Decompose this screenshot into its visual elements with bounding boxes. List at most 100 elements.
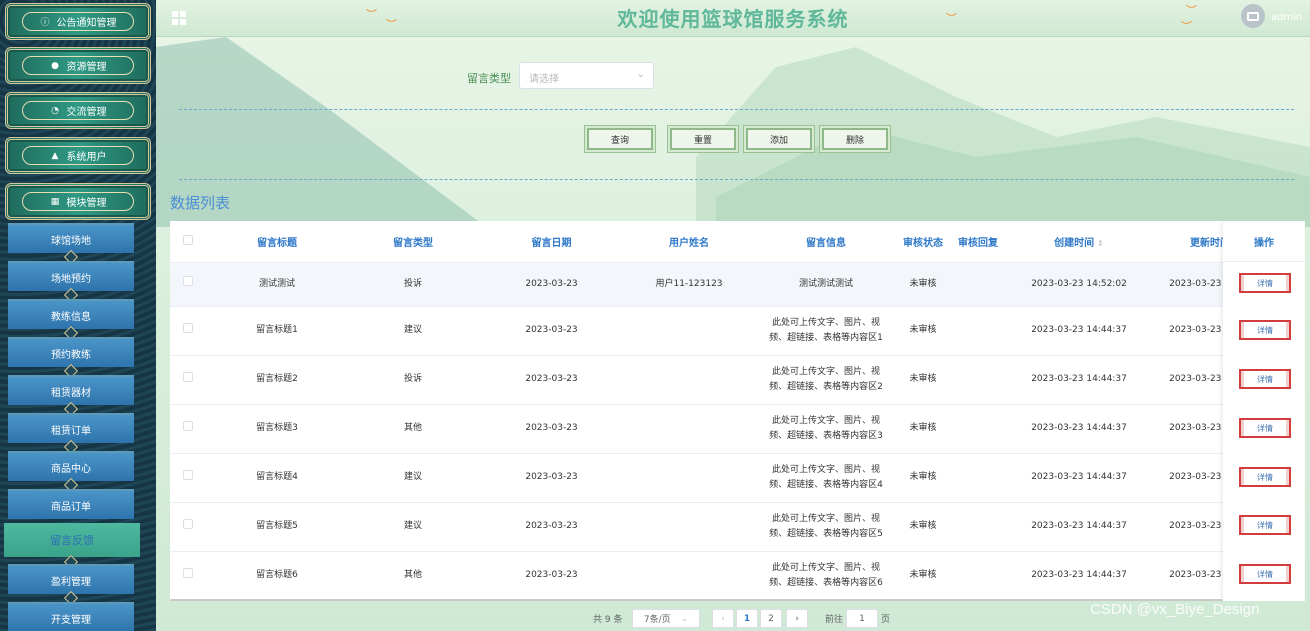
cell-title: 留言标题6 (206, 551, 348, 601)
page-button-1[interactable]: 1 (736, 609, 758, 628)
row-checkbox[interactable] (183, 420, 193, 431)
goto-page-input[interactable]: 1 (846, 609, 878, 628)
detail-button[interactable]: 详情 (1239, 418, 1291, 438)
cell-info-line: 此处可上传文字、图片、视 (771, 513, 880, 524)
cell-info: 此处可上传文字、图片、视 频、超链接、表格等内容区5 (753, 502, 899, 552)
sidebar-item-coaches[interactable]: 教练信息 (8, 299, 134, 329)
col-created[interactable]: 创建时间 ⇕ (1009, 221, 1149, 263)
detail-button[interactable]: 详情 (1239, 564, 1291, 584)
cell-status: 未审核 (899, 551, 947, 601)
sidebar-item-rental-orders[interactable]: 租赁订单 (8, 413, 134, 443)
query-button[interactable]: 查询 (587, 128, 653, 150)
sort-icon[interactable]: ⇕ (1097, 239, 1104, 248)
cell-type: 其他 (348, 404, 478, 454)
sidebar-item-product-orders[interactable]: 商品订单 (8, 489, 134, 519)
cell-created: 2023-03-23 14:44:37 (1009, 551, 1149, 601)
pagination-total: 共 9 条 (593, 614, 623, 625)
col-created-label: 创建时间 (1054, 237, 1095, 249)
reset-button[interactable]: 重置 (670, 128, 736, 150)
prev-page-button[interactable]: ‹ (712, 609, 734, 628)
cell-created: 2023-03-23 14:44:37 (1009, 502, 1149, 552)
cell-type: 其他 (348, 551, 478, 601)
page-size-select[interactable]: 7条/页 ⌄ (632, 609, 700, 628)
cell-user (625, 404, 753, 454)
menu-frame (22, 146, 134, 165)
page-button-2[interactable]: 2 (760, 609, 782, 628)
sidebar-item-coach-booking[interactable]: 预约教练 (8, 337, 134, 367)
cell-date: 2023-03-23 (478, 355, 625, 405)
horizontal-scrollbar[interactable] (170, 599, 1223, 601)
sidebar-item-products[interactable]: 商品中心 (8, 451, 134, 481)
sidebar-item-court-booking[interactable]: 场地预约 (8, 261, 134, 291)
sidebar: ⓘ 公告通知管理 ● 资源管理 ◔ 交流管理 ▲ 系统用户 ▦ 模块管理 球馆场… (0, 0, 156, 631)
add-button[interactable]: 添加 (746, 128, 812, 150)
chevron-right-icon: › (795, 613, 799, 624)
cell-user (625, 306, 753, 356)
avatar[interactable] (1241, 4, 1265, 28)
sidebar-item-feedback[interactable]: 留言反馈 (4, 523, 140, 557)
cell-status: 未审核 (899, 404, 947, 454)
cell-title: 测试测试 (206, 262, 348, 307)
cell-info: 此处可上传文字、图片、视 频、超链接、表格等内容区4 (753, 453, 899, 503)
cell-status: 未审核 (899, 355, 947, 405)
watermark: CSDN @vx_Biye_Design (1090, 601, 1260, 618)
table-row: 留言标题3 其他 2023-03-23 此处可上传文字、图片、视 频、超链接、表格… (170, 404, 1230, 454)
menu-modules[interactable]: ▦ 模块管理 (5, 183, 151, 220)
row-checkbox[interactable] (183, 276, 193, 286)
row-checkbox[interactable] (183, 567, 193, 578)
message-type-select[interactable]: 请选择 ⌄ (519, 62, 654, 89)
cell-status: 未审核 (899, 262, 947, 307)
header: ︶ ︶ ︶ ︶ ︶ 欢迎使用篮球馆服务系统 admin (156, 0, 1310, 37)
cell-reply (947, 551, 1009, 601)
cell-status: 未审核 (899, 453, 947, 503)
col-updated: 更新时间 (1149, 221, 1230, 263)
detail-button[interactable]: 详情 (1239, 515, 1291, 535)
table-row: 留言标题1 建议 2023-03-23 此处可上传文字、图片、视 频、超链接、表格… (170, 306, 1230, 356)
next-page-button[interactable]: › (786, 609, 808, 628)
delete-button[interactable]: 删除 (822, 128, 888, 150)
chevron-left-icon: ‹ (721, 613, 725, 624)
row-checkbox[interactable] (183, 371, 193, 382)
menu-frame (22, 12, 134, 31)
section-title: 数据列表 (170, 194, 231, 212)
detail-button[interactable]: 详情 (1239, 320, 1291, 340)
cell-info: 测试测试测试 (753, 262, 899, 307)
menu-communication[interactable]: ◔ 交流管理 (5, 92, 151, 129)
detail-button[interactable]: 详情 (1239, 369, 1291, 389)
page-size-value: 7条/页 (643, 615, 671, 625)
detail-button[interactable]: 详情 (1239, 273, 1291, 293)
menu-resources[interactable]: ● 资源管理 (5, 47, 151, 84)
menu-announcements[interactable]: ⓘ 公告通知管理 (5, 3, 151, 40)
cell-updated: 2023-03-23 1 (1149, 551, 1230, 601)
row-checkbox[interactable] (183, 469, 193, 480)
cell-user (625, 453, 753, 503)
sidebar-item-profit[interactable]: 盈利管理 (8, 564, 134, 594)
username[interactable]: admin (1271, 12, 1302, 23)
sidebar-item-expenses[interactable]: 开支管理 (8, 602, 134, 631)
page-suffix: 页 (881, 614, 891, 625)
cell-reply (947, 453, 1009, 503)
cell-reply (947, 262, 1009, 307)
cell-date: 2023-03-23 (478, 262, 625, 307)
select-all-checkbox[interactable] (183, 234, 193, 245)
col-ops: 操作 (1223, 221, 1305, 262)
cell-info-line: 此处可上传文字、图片、视 (771, 366, 880, 377)
cell-info: 此处可上传文字、图片、视 频、超链接、表格等内容区1 (753, 306, 899, 356)
detail-button[interactable]: 详情 (1239, 467, 1291, 487)
row-checkbox[interactable] (183, 518, 193, 529)
cell-user (625, 355, 753, 405)
sidebar-item-courts[interactable]: 球馆场地 (8, 223, 134, 253)
menu-frame (22, 56, 134, 75)
cell-info-line: 频、超链接、表格等内容区6 (769, 577, 883, 588)
menu-system-users[interactable]: ▲ 系统用户 (5, 137, 151, 174)
cell-created: 2023-03-23 14:44:37 (1009, 404, 1149, 454)
cell-updated: 2023-03-23 1 (1149, 502, 1230, 552)
sidebar-item-equipment[interactable]: 租赁器材 (8, 375, 134, 405)
cell-date: 2023-03-23 (478, 551, 625, 601)
cell-title: 留言标题3 (206, 404, 348, 454)
cell-info-line: 频、超链接、表格等内容区3 (769, 430, 883, 441)
cell-date: 2023-03-23 (478, 306, 625, 356)
row-checkbox[interactable] (183, 322, 193, 333)
table-row: 留言标题4 建议 2023-03-23 此处可上传文字、图片、视 频、超链接、表格… (170, 453, 1230, 503)
table-row: 留言标题6 其他 2023-03-23 此处可上传文字、图片、视 频、超链接、表格… (170, 551, 1230, 601)
